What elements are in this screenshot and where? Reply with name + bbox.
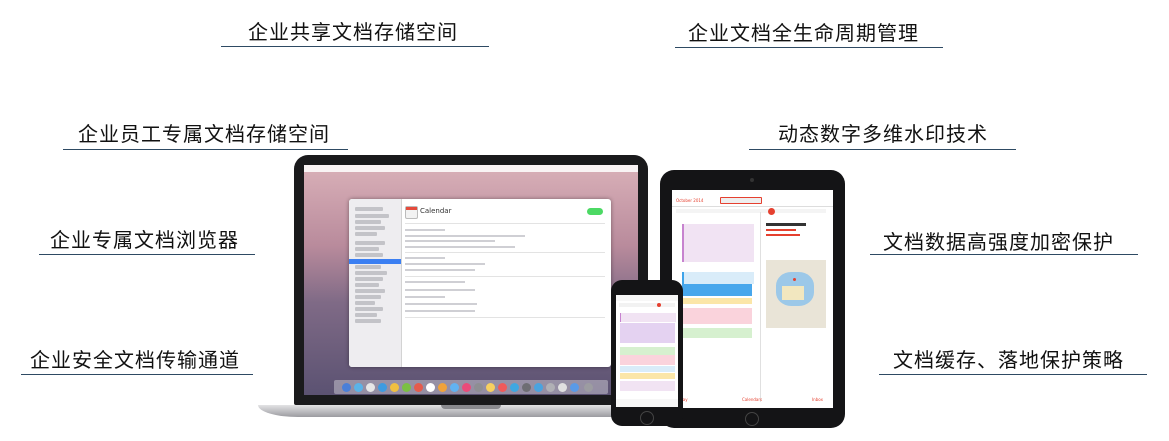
tablet-screen: October 2014 Today Calendars Inbox (672, 190, 833, 408)
feature-label-encryption: 文档数据高强度加密保护 (883, 230, 1114, 254)
mac-menubar (304, 165, 638, 172)
laptop-notch (441, 405, 501, 409)
feature-underline (63, 149, 348, 150)
feature-label-lifecycle: 企业文档全生命周期管理 (688, 21, 919, 45)
tablet-home-button (745, 412, 759, 426)
mac-app-title: Calendar (420, 207, 452, 215)
feature-underline (21, 374, 253, 375)
feature-underline (870, 254, 1138, 255)
mac-dock (334, 380, 608, 394)
feature-label-watermark: 动态数字多维水印技术 (778, 122, 988, 146)
feature-underline (39, 254, 255, 255)
laptop-lid: Calendar (294, 155, 648, 405)
feature-underline (221, 46, 489, 47)
feature-underline (675, 47, 943, 48)
laptop-screen: Calendar (304, 165, 638, 395)
feature-label-doc-browser: 企业专属文档浏览器 (50, 228, 239, 252)
phone-screen (616, 295, 678, 407)
tablet-month-title: October 2014 (676, 198, 704, 203)
tablet-footer-inbox: Inbox (812, 397, 823, 402)
calendar-icon (405, 206, 418, 219)
tablet-illustration: October 2014 Today Calendars Inbox (660, 170, 845, 428)
phone-illustration (611, 280, 683, 426)
service-toggle (587, 208, 603, 215)
tablet-footer-calendars: Calendars (742, 397, 763, 402)
server-app-window: Calendar (349, 199, 611, 367)
feature-underline (879, 374, 1147, 375)
feature-label-employee-storage: 企业员工专属文档存储空间 (78, 122, 330, 146)
feature-label-shared-storage: 企业共享文档存储空间 (248, 20, 458, 44)
tablet-camera (750, 178, 754, 182)
server-app-sidebar (349, 199, 402, 367)
feature-label-cache-protection: 文档缓存、落地保护策略 (893, 348, 1124, 372)
phone-home-button (640, 411, 654, 425)
feature-underline (749, 149, 1016, 150)
feature-label-secure-transfer: 企业安全文档传输通道 (30, 348, 240, 372)
